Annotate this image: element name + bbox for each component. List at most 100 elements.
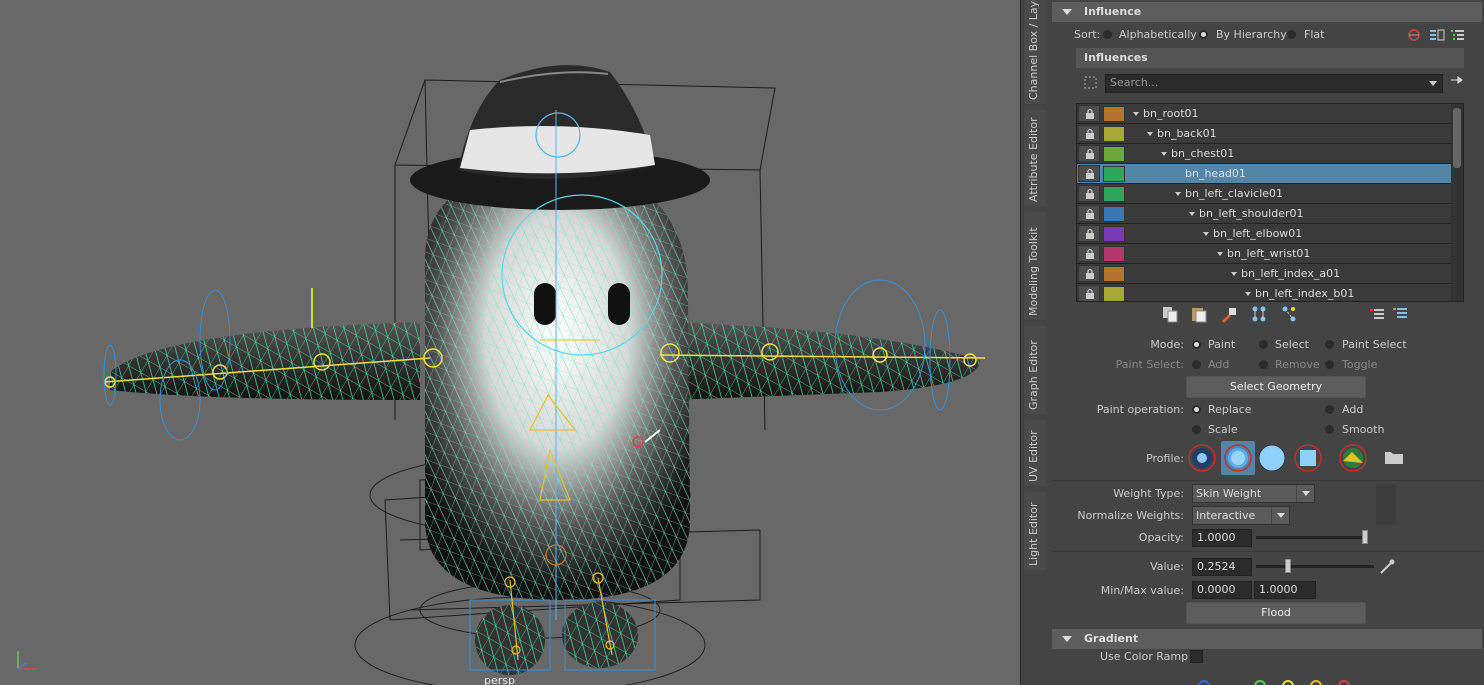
influence-tree[interactable]: bn_root01 bn_back01 bn_chest01 bn_head01 bn_… bbox=[1076, 103, 1464, 302]
max-value-field[interactable]: 1.0000 bbox=[1254, 581, 1316, 599]
lock-icon[interactable] bbox=[1078, 245, 1100, 262]
influence-frame-header[interactable]: Influence bbox=[1052, 2, 1482, 22]
influence-color-swatch[interactable] bbox=[1103, 286, 1125, 301]
hierarchy-list-icon[interactable] bbox=[1449, 27, 1467, 45]
gradient-frame-header[interactable]: Gradient bbox=[1052, 629, 1482, 649]
paste-weights-icon[interactable] bbox=[1190, 305, 1208, 323]
reset-icon[interactable] bbox=[1406, 27, 1424, 45]
expand-arrow-icon[interactable] bbox=[1161, 152, 1167, 156]
influence-color-swatch[interactable] bbox=[1103, 206, 1125, 222]
tree-row-bn_left_clavicle01[interactable]: bn_left_clavicle01 bbox=[1077, 184, 1463, 204]
profile-square-icon[interactable] bbox=[1293, 443, 1323, 473]
lock-icon[interactable] bbox=[1078, 225, 1100, 242]
tab-light-editor[interactable]: Light Editor bbox=[1024, 492, 1046, 570]
mode-paint-radio[interactable] bbox=[1192, 340, 1201, 349]
3d-viewport[interactable]: persp bbox=[0, 0, 1020, 685]
lock-icon[interactable] bbox=[1078, 145, 1100, 162]
collapse-tree-icon[interactable] bbox=[1391, 305, 1409, 323]
lock-icon[interactable] bbox=[1078, 105, 1100, 122]
opacity-slider[interactable] bbox=[1256, 536, 1366, 539]
tree-row-bn_left_wrist01[interactable]: bn_left_wrist01 bbox=[1077, 244, 1463, 264]
browse-folder-icon[interactable] bbox=[1384, 447, 1404, 467]
tree-row-bn_left_index_a01[interactable]: bn_left_index_a01 bbox=[1077, 264, 1463, 284]
sort-by-hierarchy-radio[interactable] bbox=[1199, 30, 1208, 39]
ramp-handle-icon[interactable] bbox=[1254, 680, 1266, 685]
normalize-weights-dropdown[interactable]: Interactive bbox=[1192, 506, 1290, 525]
expand-arrow-icon[interactable] bbox=[1217, 252, 1223, 256]
weight-type-dropdown[interactable]: Skin Weight bbox=[1192, 484, 1315, 503]
sort-alphabetically-radio[interactable] bbox=[1103, 30, 1112, 39]
expand-arrow-icon[interactable] bbox=[1231, 272, 1237, 276]
operation-add-radio[interactable] bbox=[1325, 405, 1334, 414]
tab-channel-box[interactable]: Channel Box / Layer Editor bbox=[1024, 0, 1046, 104]
tree-scrollbar[interactable] bbox=[1451, 104, 1463, 301]
tab-uv-editor[interactable]: UV Editor bbox=[1024, 420, 1046, 486]
use-color-ramp-checkbox[interactable] bbox=[1190, 650, 1203, 663]
opacity-field[interactable]: 1.0000 bbox=[1192, 529, 1252, 547]
lock-icon[interactable] bbox=[1078, 165, 1100, 182]
eyedropper-icon[interactable] bbox=[1378, 558, 1396, 576]
profile-gaussian-icon[interactable] bbox=[1187, 443, 1217, 473]
search-dropdown-icon[interactable] bbox=[1429, 81, 1437, 86]
select-geometry-button[interactable]: Select Geometry bbox=[1186, 376, 1366, 398]
expand-arrow-icon[interactable] bbox=[1203, 232, 1209, 236]
expand-arrow-icon[interactable] bbox=[1189, 212, 1195, 216]
tree-row-bn_root01[interactable]: bn_root01 bbox=[1077, 104, 1463, 124]
profile-solid-icon[interactable] bbox=[1257, 443, 1287, 473]
min-value-field[interactable]: 0.0000 bbox=[1192, 581, 1252, 599]
lock-icon[interactable] bbox=[1078, 265, 1100, 282]
list-toggle-icon[interactable] bbox=[1428, 27, 1446, 45]
expand-tree-icon[interactable] bbox=[1368, 305, 1386, 323]
profile-soft-icon[interactable] bbox=[1221, 441, 1255, 475]
tab-graph-editor[interactable]: Graph Editor bbox=[1024, 326, 1046, 414]
ramp-handle-icon[interactable] bbox=[1198, 680, 1210, 685]
pin-icon[interactable] bbox=[1448, 72, 1466, 90]
opacity-slider-thumb[interactable] bbox=[1362, 530, 1368, 544]
prune-weights-icon[interactable] bbox=[1220, 305, 1238, 323]
ramp-handle-icon[interactable] bbox=[1310, 680, 1322, 685]
value-slider[interactable] bbox=[1256, 565, 1374, 568]
tab-attribute-editor[interactable]: Attribute Editor bbox=[1024, 110, 1046, 206]
tree-scrollbar-thumb[interactable] bbox=[1453, 108, 1461, 168]
lock-icon[interactable] bbox=[1078, 285, 1100, 301]
operation-replace-radio[interactable] bbox=[1192, 405, 1201, 414]
tree-row-bn_chest01[interactable]: bn_chest01 bbox=[1077, 144, 1463, 164]
mode-select-radio[interactable] bbox=[1259, 340, 1268, 349]
select-influences-icon[interactable] bbox=[1082, 74, 1100, 92]
influence-color-swatch[interactable] bbox=[1103, 226, 1125, 242]
lock-icon[interactable] bbox=[1078, 205, 1100, 222]
expand-arrow-icon[interactable] bbox=[1175, 192, 1181, 196]
influence-search-input[interactable]: Search... bbox=[1105, 74, 1443, 93]
profile-image-icon[interactable] bbox=[1338, 443, 1368, 473]
lock-icon[interactable] bbox=[1078, 125, 1100, 142]
joint-weights-icon[interactable] bbox=[1280, 305, 1298, 323]
tree-row-bn_back01[interactable]: bn_back01 bbox=[1077, 124, 1463, 144]
expand-arrow-icon[interactable] bbox=[1245, 292, 1251, 296]
influence-color-swatch[interactable] bbox=[1103, 266, 1125, 282]
lock-icon[interactable] bbox=[1078, 185, 1100, 202]
influence-color-swatch[interactable] bbox=[1103, 246, 1125, 262]
influence-color-swatch[interactable] bbox=[1103, 106, 1125, 122]
flood-button[interactable]: Flood bbox=[1186, 602, 1366, 624]
ramp-handle-icon[interactable] bbox=[1338, 680, 1350, 685]
operation-scale-radio[interactable] bbox=[1192, 425, 1201, 434]
sort-flat-radio[interactable] bbox=[1287, 30, 1296, 39]
mirror-weights-icon[interactable] bbox=[1250, 305, 1268, 323]
tree-row-bn_left_index_b01[interactable]: bn_left_index_b01 bbox=[1077, 284, 1463, 301]
mode-paint-select-radio[interactable] bbox=[1325, 340, 1334, 349]
value-field[interactable]: 0.2524 bbox=[1192, 558, 1252, 576]
ramp-handle-icon[interactable] bbox=[1282, 680, 1294, 685]
tab-modeling-toolkit[interactable]: Modeling Toolkit bbox=[1024, 212, 1046, 320]
expand-arrow-icon[interactable] bbox=[1147, 132, 1153, 136]
value-slider-thumb[interactable] bbox=[1284, 559, 1291, 573]
influence-color-swatch[interactable] bbox=[1103, 146, 1125, 162]
influence-color-swatch[interactable] bbox=[1103, 126, 1125, 142]
tree-row-bn_head01[interactable]: bn_head01 bbox=[1077, 164, 1463, 184]
tree-row-bn_left_elbow01[interactable]: bn_left_elbow01 bbox=[1077, 224, 1463, 244]
operation-smooth-radio[interactable] bbox=[1325, 425, 1334, 434]
influence-color-swatch[interactable] bbox=[1103, 166, 1125, 182]
expand-arrow-icon[interactable] bbox=[1133, 112, 1139, 116]
influence-color-swatch[interactable] bbox=[1103, 186, 1125, 202]
copy-weights-icon[interactable] bbox=[1161, 305, 1179, 323]
tree-row-bn_left_shoulder01[interactable]: bn_left_shoulder01 bbox=[1077, 204, 1463, 224]
